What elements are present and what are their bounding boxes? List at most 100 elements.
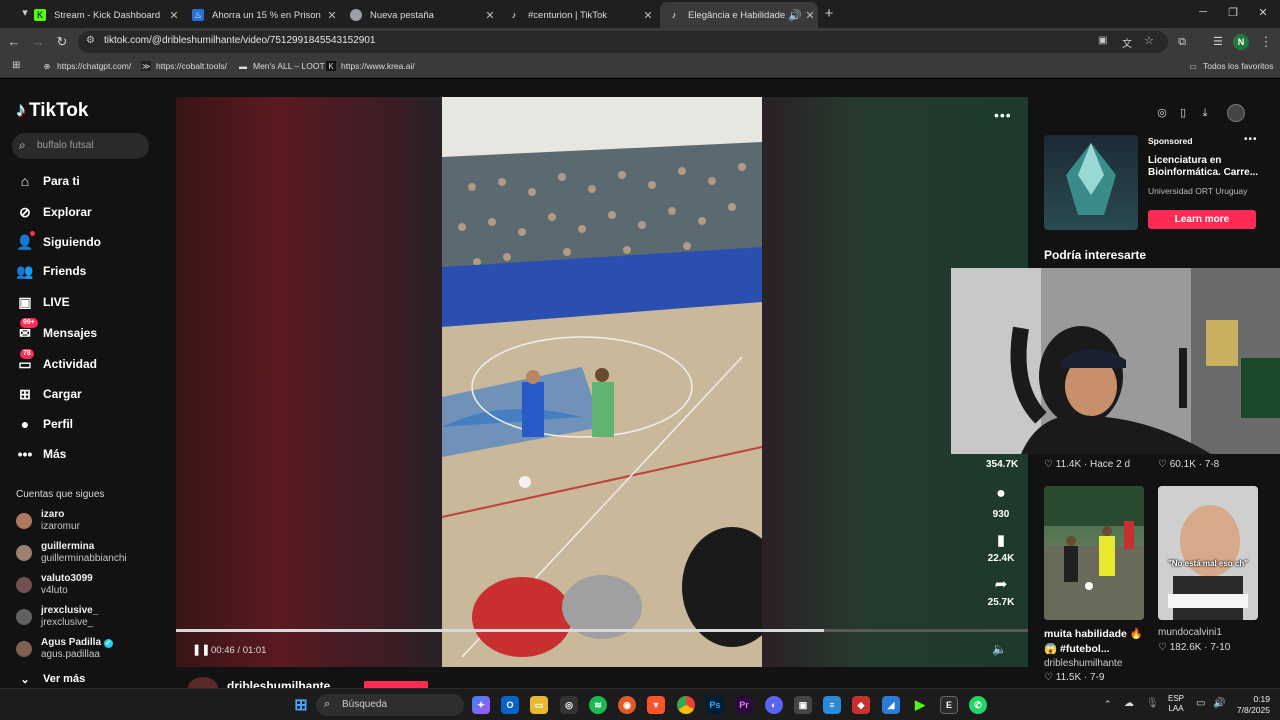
- tiktok-logo[interactable]: ♪ TikTok: [16, 99, 88, 122]
- rec-author[interactable]: mundocalvini1: [1158, 627, 1222, 638]
- bookmark-cobalt[interactable]: ≫ https://cobalt.tools/: [141, 61, 227, 71]
- nav-siguiendo[interactable]: 👤 Siguiendo: [16, 231, 101, 252]
- taskbar-search[interactable]: ⌕ Búsqueda: [316, 694, 464, 716]
- rec-title[interactable]: muita habilidade 🔥: [1044, 627, 1143, 640]
- rec-title-line2[interactable]: 😱 #futebol...: [1044, 642, 1110, 655]
- nav-cargar[interactable]: ⊞ Cargar: [16, 384, 82, 404]
- copilot-icon[interactable]: ✦: [472, 696, 490, 714]
- extensions-icon[interactable]: ⧉: [1174, 34, 1190, 50]
- minimize-button[interactable]: ─: [1196, 6, 1210, 18]
- volume-icon[interactable]: 🔈: [992, 642, 1007, 656]
- tray-app-icon[interactable]: ☁: [1124, 698, 1134, 709]
- back-icon[interactable]: ←: [6, 34, 22, 50]
- whatsapp-icon[interactable]: ✆: [969, 696, 987, 714]
- speaker-icon[interactable]: 🔊: [788, 9, 802, 22]
- translate-icon[interactable]: 文: [1122, 35, 1132, 50]
- learn-more-button[interactable]: Learn more: [1148, 210, 1256, 229]
- app-blue-icon[interactable]: ◢: [882, 696, 900, 714]
- bookmark-icon[interactable]: ▮: [991, 531, 1011, 549]
- app-red-icon[interactable]: ◆: [852, 696, 870, 714]
- clock[interactable]: 0:19 7/8/2025: [1230, 694, 1270, 716]
- volume-icon[interactable]: 🔊: [1213, 698, 1225, 709]
- network-icon[interactable]: ▭: [1196, 698, 1205, 709]
- discord-icon[interactable]: ◐: [765, 696, 783, 714]
- epic-games-icon[interactable]: E: [940, 696, 958, 714]
- ad-title[interactable]: Licenciatura en Bioinformática. Carre...: [1148, 155, 1268, 179]
- site-info-icon[interactable]: ⚙: [86, 35, 95, 46]
- reading-list-icon[interactable]: ☰: [1210, 34, 1226, 50]
- windows-start-icon[interactable]: ⊞: [292, 696, 310, 714]
- share-icon[interactable]: ➦: [991, 575, 1011, 593]
- search-icon[interactable]: ⌕: [19, 138, 26, 153]
- forward-icon[interactable]: →: [30, 34, 46, 50]
- ad-more-icon[interactable]: •••: [1244, 134, 1258, 145]
- search-input[interactable]: ⌕ buffalo futsal: [12, 133, 149, 159]
- comment-icon[interactable]: ●: [991, 485, 1011, 503]
- bookmark-star-icon[interactable]: ☆: [1144, 34, 1154, 47]
- tab-centurion[interactable]: ♪ #centurion | TikTok ✕: [500, 2, 656, 28]
- reload-icon[interactable]: ↻: [54, 34, 70, 50]
- nav-actividad[interactable]: ▭ 78 Actividad: [16, 349, 97, 374]
- nav-mensajes[interactable]: ✉ 99+ Mensajes: [16, 318, 97, 343]
- cast-icon[interactable]: ▣: [1098, 35, 1107, 46]
- close-icon[interactable]: ✕: [166, 9, 182, 22]
- maximize-button[interactable]: ❐: [1226, 6, 1240, 19]
- spotify-icon[interactable]: ≋: [589, 696, 607, 714]
- tab-new-tab[interactable]: Nueva pestaña ✕: [342, 2, 498, 28]
- tray-chevron-icon[interactable]: ⌃: [1104, 699, 1112, 710]
- profile-avatar[interactable]: N: [1233, 34, 1249, 50]
- obs-icon[interactable]: ◉: [618, 696, 636, 714]
- tab-kick[interactable]: K Stream - Kick Dashboard ✕: [26, 2, 182, 28]
- kick-taskbar-icon[interactable]: ▶: [911, 696, 929, 714]
- ai-icon[interactable]: ◎: [1154, 105, 1170, 121]
- bookmark-krea[interactable]: Khttps://www.krea.ai/: [326, 61, 415, 71]
- close-icon[interactable]: ✕: [640, 9, 656, 22]
- close-icon[interactable]: ✕: [324, 9, 340, 22]
- file-explorer-icon[interactable]: ▭: [530, 696, 548, 714]
- chatgpt-icon[interactable]: ◎: [560, 696, 578, 714]
- pause-icon[interactable]: ❚❚: [192, 643, 210, 656]
- new-tab-button[interactable]: +: [822, 5, 836, 22]
- apps-icon[interactable]: ⊞: [12, 60, 20, 71]
- notepad-icon[interactable]: ≡: [823, 696, 841, 714]
- nav-live[interactable]: ▣ LIVE: [16, 292, 69, 312]
- nav-explorar[interactable]: ⊘ Explorar: [16, 202, 92, 222]
- capture-icon[interactable]: ▣: [794, 696, 812, 714]
- bookmark-loot[interactable]: ▬ Men's ALL – LOOT: [238, 61, 325, 71]
- rec-thumbnail[interactable]: "No está mal eso ch": [1158, 486, 1258, 620]
- video-player[interactable]: [442, 97, 762, 667]
- progress-track[interactable]: [176, 629, 1028, 632]
- nav-perfil[interactable]: ● Perfil: [16, 414, 73, 434]
- user-avatar[interactable]: [1227, 104, 1245, 122]
- language-indicator[interactable]: ESP LAA: [1168, 694, 1184, 714]
- mic-icon[interactable]: 🎙: [1146, 698, 1159, 709]
- see-more-button[interactable]: ⌄ Ver más: [16, 669, 85, 688]
- author-avatar[interactable]: [188, 677, 218, 688]
- rec-thumbnail[interactable]: [1044, 486, 1144, 620]
- tab-elegancia-active[interactable]: ♪ Elegância e Habilidade no F 🔊 ✕: [660, 2, 818, 28]
- author-name[interactable]: dribleshumilhante: [227, 679, 330, 688]
- chrome-taskbar-icon[interactable]: [677, 696, 695, 714]
- all-bookmarks-folder[interactable]: ▭ Todos los favoritos: [1188, 61, 1273, 71]
- close-window-button[interactable]: ✕: [1256, 6, 1270, 19]
- tab-search-icon[interactable]: ▾: [18, 6, 32, 19]
- device-icon[interactable]: ▯: [1175, 105, 1191, 121]
- follow-button[interactable]: [364, 681, 428, 688]
- outlook-icon[interactable]: O: [501, 696, 519, 714]
- nav-friends[interactable]: 👥 Friends: [16, 261, 86, 281]
- brave-icon[interactable]: ▼: [647, 696, 665, 714]
- nav-para-ti[interactable]: ⌂ Para ti: [16, 171, 80, 191]
- close-icon[interactable]: ✕: [482, 9, 498, 22]
- menu-icon[interactable]: ⋮: [1258, 34, 1274, 50]
- tab-prison-escape[interactable]: ♨ Ahorra un 15 % en Prison Escap ✕: [184, 2, 340, 28]
- address-bar[interactable]: ⚙ tiktok.com/@dribleshumilhante/video/75…: [78, 31, 1168, 53]
- ad-thumbnail[interactable]: [1044, 135, 1138, 230]
- photoshop-icon[interactable]: Ps: [706, 696, 724, 714]
- nav-mas[interactable]: ••• Más: [16, 444, 67, 464]
- close-icon[interactable]: ✕: [802, 9, 818, 22]
- more-options-icon[interactable]: •••: [994, 107, 1012, 123]
- rec-author[interactable]: dribleshumilhante: [1044, 658, 1122, 669]
- premiere-icon[interactable]: Pr: [735, 696, 753, 714]
- download-icon[interactable]: ⤓: [1197, 105, 1213, 121]
- bookmark-chatgpt[interactable]: ⊕ https://chatgpt.com/: [42, 61, 132, 71]
